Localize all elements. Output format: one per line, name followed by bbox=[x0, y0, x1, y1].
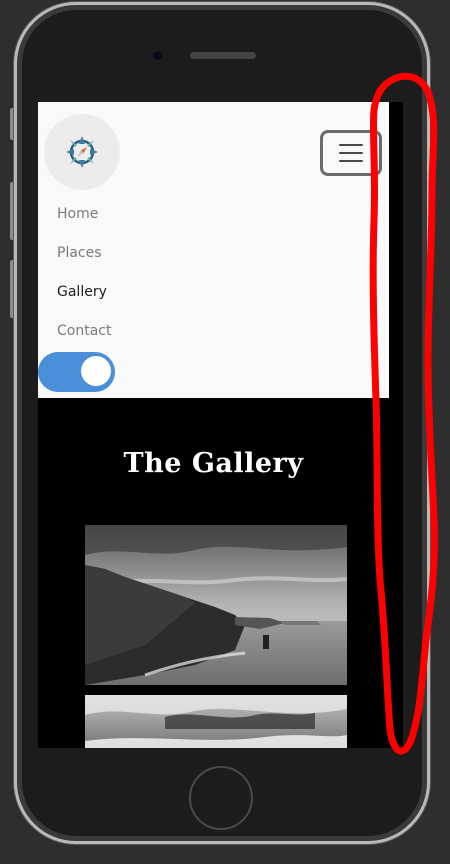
gallery-image-sea-clouds[interactable] bbox=[85, 695, 347, 748]
theme-toggle-switch[interactable] bbox=[38, 352, 115, 392]
nav-menu: Home Places Gallery Contact bbox=[57, 206, 111, 362]
front-camera bbox=[153, 51, 162, 60]
nav-item-gallery[interactable]: Gallery bbox=[57, 284, 111, 323]
home-button[interactable] bbox=[189, 766, 253, 830]
nav-item-places[interactable]: Places bbox=[57, 245, 111, 284]
hamburger-menu-icon[interactable] bbox=[320, 130, 382, 176]
compass-icon[interactable] bbox=[44, 114, 120, 190]
nav-item-home[interactable]: Home bbox=[57, 206, 111, 245]
page-title: The Gallery bbox=[123, 448, 304, 479]
navbar: Home Places Gallery Contact bbox=[38, 102, 389, 398]
toggle-knob bbox=[81, 356, 111, 386]
earpiece-speaker bbox=[190, 52, 256, 59]
gallery-image-cliffs[interactable] bbox=[85, 525, 347, 685]
phone-screen: Home Places Gallery Contact The Gallery bbox=[38, 102, 403, 748]
